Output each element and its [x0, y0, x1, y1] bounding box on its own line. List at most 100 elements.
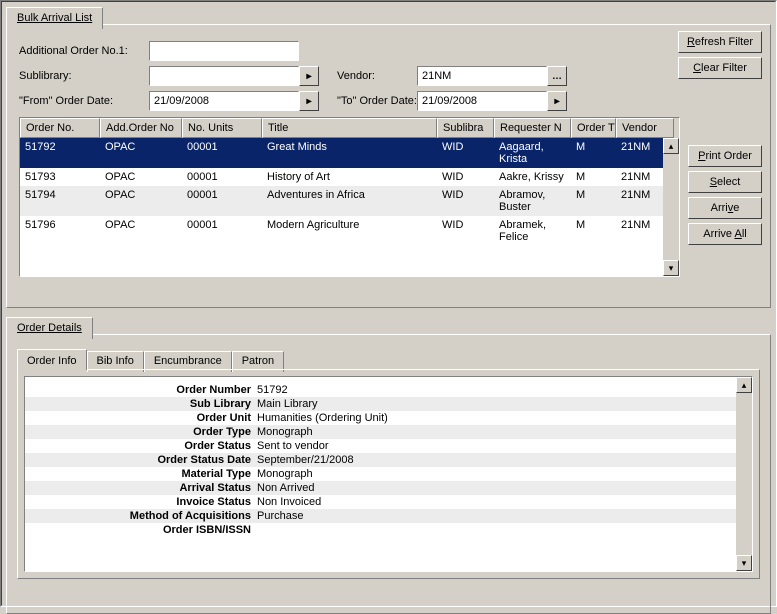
vendor-browse-button[interactable]: …	[547, 66, 567, 86]
table-cell: WID	[437, 138, 494, 168]
col-units[interactable]: No. Units	[182, 118, 262, 138]
detail-key: Order ISBN/ISSN	[25, 524, 255, 536]
sublibrary-input[interactable]	[149, 66, 299, 86]
scroll-down-icon[interactable]: ▾	[736, 555, 752, 571]
detail-key: Order Status Date	[25, 454, 255, 466]
scroll-down-icon[interactable]: ▾	[663, 260, 679, 276]
table-row[interactable]: 51796OPAC00001Modern AgricultureWIDAbram…	[20, 216, 679, 246]
detail-row: Order StatusSent to vendor	[25, 439, 736, 453]
from-date-input[interactable]	[149, 91, 299, 111]
detail-key: Material Type	[25, 468, 255, 480]
arrow-right-icon: ▸	[306, 71, 311, 82]
detail-value: Main Library	[255, 398, 736, 410]
tab-bulk-arrival[interactable]: Bulk Arrival List	[6, 7, 103, 29]
table-cell: WID	[437, 216, 494, 246]
table-row[interactable]: 51793OPAC00001History of ArtWIDAakre, Kr…	[20, 168, 679, 186]
table-cell: Adventures in Africa	[262, 186, 437, 216]
table-cell: 51796	[20, 216, 100, 246]
col-title[interactable]: Title	[262, 118, 437, 138]
to-date-input[interactable]	[417, 91, 547, 111]
additional-order-label: Additional Order No.1:	[19, 45, 149, 57]
table-cell: OPAC	[100, 168, 182, 186]
table-cell: 00001	[182, 186, 262, 216]
table-cell: WID	[437, 186, 494, 216]
detail-row: Sub LibraryMain Library	[25, 397, 736, 411]
col-add-order[interactable]: Add.Order No	[100, 118, 182, 138]
orders-table: Order No. Add.Order No No. Units Title S…	[19, 117, 680, 277]
filter-area: Additional Order No.1: Sublibrary: ▸ Ven…	[7, 35, 770, 111]
from-date-button[interactable]: ▸	[299, 91, 319, 111]
filter-buttons: Refresh Filter Clear Filter	[678, 31, 762, 79]
detail-row: Order TypeMonograph	[25, 425, 736, 439]
vendor-input[interactable]	[417, 66, 547, 86]
detail-value: Humanities (Ordering Unit)	[255, 412, 736, 424]
arrow-right-icon: ▸	[554, 96, 559, 107]
table-cell: 51794	[20, 186, 100, 216]
detail-row: Order Status DateSeptember/21/2008	[25, 453, 736, 467]
table-cell: M	[571, 168, 616, 186]
scroll-up-icon[interactable]: ▴	[663, 138, 679, 154]
detail-value: Monograph	[255, 426, 736, 438]
select-button[interactable]: Select	[688, 171, 762, 193]
detail-value: Sent to vendor	[255, 440, 736, 452]
col-sublibrary[interactable]: Sublibra	[437, 118, 494, 138]
detail-key: Arrival Status	[25, 482, 255, 494]
vendor-label: Vendor:	[337, 70, 417, 82]
table-cell: M	[571, 186, 616, 216]
detail-row: Method of AcquisitionsPurchase	[25, 509, 736, 523]
arrive-all-button[interactable]: Arrive All	[688, 223, 762, 245]
detail-row: Invoice StatusNon Invoiced	[25, 495, 736, 509]
detail-value: Purchase	[255, 510, 736, 522]
table-cell: Abramek, Felice	[494, 216, 571, 246]
inner-tab-order-info[interactable]: Order Info	[17, 349, 87, 370]
table-cell: M	[571, 138, 616, 168]
refresh-filter-button[interactable]: Refresh Filter	[678, 31, 762, 53]
table-cell: 51793	[20, 168, 100, 186]
table-cell: Aagaard, Krista	[494, 138, 571, 168]
table-cell: History of Art	[262, 168, 437, 186]
detail-value: Non Arrived	[255, 482, 736, 494]
table-scrollbar[interactable]: ▴ ▾	[663, 138, 679, 276]
scroll-up-icon[interactable]: ▴	[736, 377, 752, 393]
clear-filter-button[interactable]: Clear Filter	[678, 57, 762, 79]
table-cell: Abramov, Buster	[494, 186, 571, 216]
detail-row: Material TypeMonograph	[25, 467, 736, 481]
tab-order-details[interactable]: Order Details	[6, 317, 93, 339]
table-cell: Great Minds	[262, 138, 437, 168]
table-cell: Aakre, Krissy	[494, 168, 571, 186]
table-row[interactable]: 51792OPAC00001Great MindsWIDAagaard, Kri…	[20, 138, 679, 168]
table-cell: OPAC	[100, 138, 182, 168]
ellipsis-icon: …	[552, 71, 562, 82]
table-cell: Modern Agriculture	[262, 216, 437, 246]
details-scrollbar[interactable]: ▴ ▾	[736, 377, 752, 571]
arrive-button[interactable]: Arrive	[688, 197, 762, 219]
sublibrary-label: Sublibrary:	[19, 70, 149, 82]
detail-value: 51792	[255, 384, 736, 396]
table-cell: OPAC	[100, 216, 182, 246]
table-body: 51792OPAC00001Great MindsWIDAagaard, Kri…	[20, 138, 679, 246]
table-cell: WID	[437, 168, 494, 186]
col-vendor[interactable]: Vendor	[616, 118, 674, 138]
detail-row: Arrival StatusNon Arrived	[25, 481, 736, 495]
to-date-button[interactable]: ▸	[547, 91, 567, 111]
col-requester[interactable]: Requester N	[494, 118, 571, 138]
table-row[interactable]: 51794OPAC00001Adventures in AfricaWIDAbr…	[20, 186, 679, 216]
table-header: Order No. Add.Order No No. Units Title S…	[20, 118, 679, 138]
table-cell: OPAC	[100, 186, 182, 216]
detail-key: Order Unit	[25, 412, 255, 424]
additional-order-input[interactable]	[149, 41, 299, 61]
table-cell: 51792	[20, 138, 100, 168]
detail-key: Invoice Status	[25, 496, 255, 508]
detail-value: Non Invoiced	[255, 496, 736, 508]
from-date-label: "From" Order Date:	[19, 95, 149, 107]
table-cell: 00001	[182, 138, 262, 168]
col-order-type[interactable]: Order T	[571, 118, 616, 138]
to-date-label: "To" Order Date:	[337, 95, 417, 107]
col-order-no[interactable]: Order No.	[20, 118, 100, 138]
print-order-button[interactable]: Print Order	[688, 145, 762, 167]
detail-value	[255, 524, 736, 536]
action-buttons: Print Order Select Arrive Arrive All	[688, 145, 762, 245]
detail-value: September/21/2008	[255, 454, 736, 466]
sublibrary-dropdown-button[interactable]: ▸	[299, 66, 319, 86]
arrow-right-icon: ▸	[306, 96, 311, 107]
